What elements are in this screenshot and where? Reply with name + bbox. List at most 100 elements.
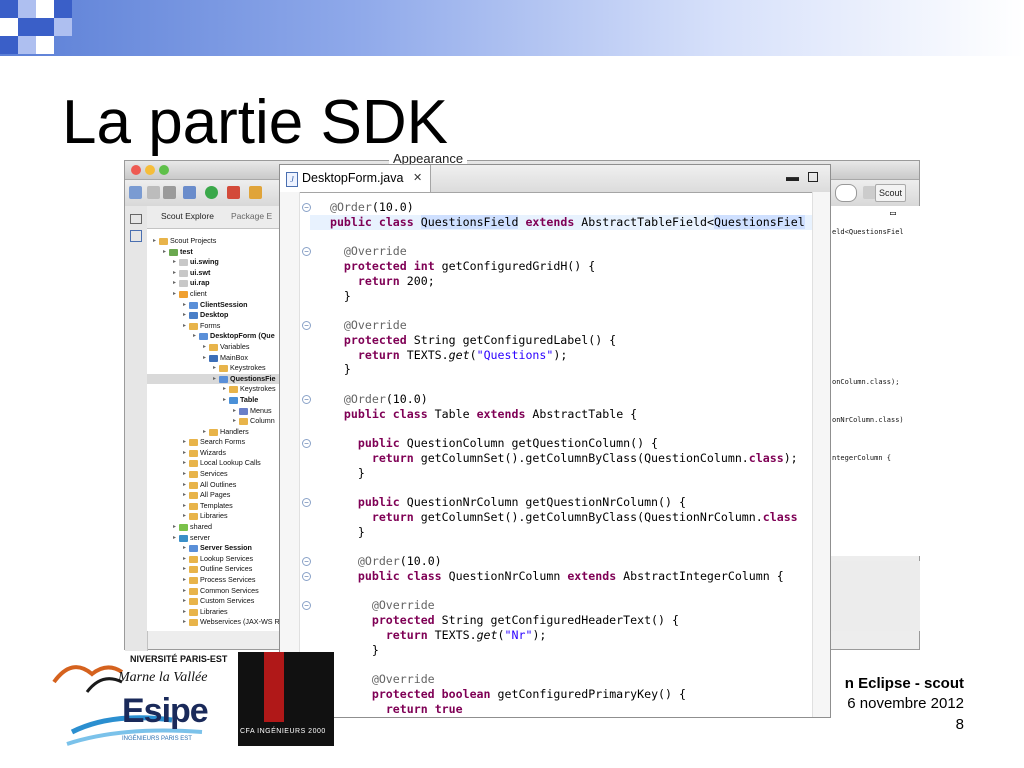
tree-item[interactable]: ▸ ui.swing: [147, 257, 281, 268]
tree-item[interactable]: ▸ Webservices (JAX-WS R: [147, 617, 281, 628]
fold-toggle-icon[interactable]: −: [302, 247, 311, 257]
expand-icon[interactable]: ▸: [171, 268, 178, 279]
new-icon[interactable]: [129, 186, 142, 199]
fold-toggle-icon[interactable]: −: [302, 203, 311, 212]
expand-icon[interactable]: ▸: [191, 331, 198, 342]
expand-icon[interactable]: ▸: [171, 278, 178, 289]
run-icon[interactable]: [205, 186, 218, 199]
expand-icon[interactable]: ▸: [221, 395, 228, 406]
tree-item[interactable]: ▸ Lookup Services: [147, 554, 281, 565]
expand-icon[interactable]: ▸: [201, 353, 208, 364]
expand-icon[interactable]: ▸: [161, 247, 168, 258]
code-area[interactable]: @Order(10.0) public class QuestionsField…: [310, 192, 812, 717]
debug-icon[interactable]: [183, 186, 196, 199]
expand-icon[interactable]: ▸: [221, 384, 228, 395]
tree-item[interactable]: ▸ DesktopForm (Que: [147, 331, 281, 342]
expand-icon[interactable]: ▸: [181, 490, 188, 501]
expand-icon[interactable]: ▸: [231, 406, 238, 417]
expand-icon[interactable]: ▸: [181, 617, 188, 628]
tree-item[interactable]: ▸ Desktop: [147, 310, 281, 321]
expand-icon[interactable]: ▸: [181, 437, 188, 448]
close-tab-icon[interactable]: ✕: [413, 165, 422, 192]
expand-icon[interactable]: ▸: [171, 533, 178, 544]
tree-item[interactable]: ▸ Services: [147, 469, 281, 480]
tree-item[interactable]: ▸ Search Forms: [147, 437, 281, 448]
expand-icon[interactable]: ▸: [181, 458, 188, 469]
tree-item[interactable]: ▸ All Outlines: [147, 480, 281, 491]
expand-icon[interactable]: ▸: [181, 554, 188, 565]
expand-icon[interactable]: ▸: [181, 543, 188, 554]
fold-toggle-icon[interactable]: −: [302, 439, 311, 448]
tree-item[interactable]: ▸ ui.swt: [147, 268, 281, 279]
expand-icon[interactable]: ▸: [201, 427, 208, 438]
tree-item[interactable]: ▸ Scout Projects: [147, 236, 281, 247]
tree-item[interactable]: ▸ test: [147, 247, 281, 258]
fold-toggle-icon[interactable]: −: [302, 498, 311, 507]
tree-item[interactable]: ▸ shared: [147, 522, 281, 533]
search-input[interactable]: [835, 184, 857, 202]
tree-item[interactable]: ▸ Libraries: [147, 511, 281, 522]
expand-icon[interactable]: ▸: [181, 511, 188, 522]
expand-icon[interactable]: ▸: [151, 236, 158, 247]
expand-icon[interactable]: ▸: [171, 289, 178, 300]
minimize-icon[interactable]: ▬: [786, 169, 799, 184]
fold-toggle-icon[interactable]: −: [302, 601, 311, 611]
tree-item[interactable]: ▸ Local Lookup Calls: [147, 458, 281, 469]
maximize-icon[interactable]: [808, 172, 818, 182]
tab-package-explorer[interactable]: Package E: [231, 211, 272, 221]
tree-item[interactable]: ▸ MainBox: [147, 353, 281, 364]
fold-toggle-icon[interactable]: −: [302, 571, 311, 581]
tree-item[interactable]: ▸ Libraries: [147, 607, 281, 618]
tree-item[interactable]: ▸ Keystrokes: [147, 363, 281, 374]
expand-icon[interactable]: ▸: [181, 300, 188, 311]
tree-item[interactable]: ▸ Process Services: [147, 575, 281, 586]
tree-item[interactable]: ▸ Keystrokes: [147, 384, 281, 395]
expand-icon[interactable]: ▸: [181, 596, 188, 607]
save-icon[interactable]: [147, 186, 160, 199]
expand-icon[interactable]: ▸: [181, 575, 188, 586]
tree-item[interactable]: ▸ ui.rap: [147, 278, 281, 289]
zoom-window-icon[interactable]: [159, 165, 169, 175]
tab-scout-explorer[interactable]: Scout Explore: [161, 211, 214, 221]
tree-item[interactable]: ▸ QuestionsFie: [147, 373, 281, 385]
expand-icon[interactable]: ▸: [181, 607, 188, 618]
fold-toggle-icon[interactable]: −: [302, 557, 311, 566]
expand-icon[interactable]: ▸: [211, 363, 218, 374]
expand-icon[interactable]: ▸: [181, 586, 188, 597]
minimize-window-icon[interactable]: [145, 165, 155, 175]
tree-item[interactable]: ▸ server: [147, 533, 281, 544]
expand-icon[interactable]: ▸: [181, 310, 188, 321]
tree-item[interactable]: ▸ Custom Services: [147, 596, 281, 607]
hierarchy-icon[interactable]: [130, 230, 142, 242]
tree-item[interactable]: ▸ Templates: [147, 501, 281, 512]
expand-icon[interactable]: ▸: [201, 342, 208, 353]
tree-item[interactable]: ▸ Forms: [147, 321, 281, 332]
fold-toggle-icon[interactable]: −: [302, 394, 311, 404]
tree-item[interactable]: ▸ Wizards: [147, 448, 281, 459]
open-type-icon[interactable]: [249, 186, 262, 199]
fast-view-icon[interactable]: [130, 214, 142, 224]
tree-item[interactable]: ▸ Column: [147, 416, 281, 427]
print-icon[interactable]: [163, 186, 176, 199]
tree-item[interactable]: ▸ client: [147, 289, 281, 300]
expand-icon[interactable]: ▸: [211, 374, 218, 385]
fold-toggle-icon[interactable]: −: [302, 321, 311, 330]
minimize-panel-icon[interactable]: ▭: [890, 208, 896, 219]
tree-item[interactable]: ▸ Handlers: [147, 427, 281, 438]
expand-icon[interactable]: ▸: [171, 257, 178, 268]
tree-item[interactable]: ▸ Variables: [147, 342, 281, 353]
tree-item[interactable]: ▸ Common Services: [147, 586, 281, 597]
close-window-icon[interactable]: [131, 165, 141, 175]
tree-item[interactable]: ▸ Table: [147, 395, 281, 406]
tab-desktopform-java[interactable]: J DesktopForm.java ✕: [280, 165, 431, 192]
tree-item[interactable]: ▸ Server Session: [147, 543, 281, 554]
expand-icon[interactable]: ▸: [181, 448, 188, 459]
expand-icon[interactable]: ▸: [231, 416, 238, 427]
expand-icon[interactable]: ▸: [171, 522, 178, 533]
expand-icon[interactable]: ▸: [181, 564, 188, 575]
expand-icon[interactable]: ▸: [181, 501, 188, 512]
tree-item[interactable]: ▸ ClientSession: [147, 300, 281, 311]
expand-icon[interactable]: ▸: [181, 469, 188, 480]
tree-item[interactable]: ▸ Outline Services: [147, 564, 281, 575]
scout-perspective-button[interactable]: Scout: [875, 184, 907, 202]
